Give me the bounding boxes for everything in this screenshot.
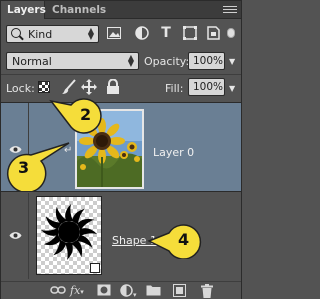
fill-label: Fill:	[165, 82, 184, 95]
opacity-dropdown-icon[interactable]: ▼	[229, 57, 235, 66]
fill-field[interactable]: 100%	[188, 78, 225, 96]
type-filter-icon[interactable]: T	[158, 24, 174, 42]
opacity-label: Opacity:	[144, 55, 190, 68]
lock-all-icon[interactable]	[106, 78, 122, 95]
layers-panel: Layers Channels Kind ▲ ▼ T Normal ▲ ▼ Opac…	[0, 0, 242, 299]
blend-mode-label: Normal	[12, 55, 52, 68]
shape-filter-icon[interactable]	[182, 24, 198, 42]
fill-dropdown-icon[interactable]: ▼	[229, 84, 235, 93]
updown-arrows-icon: ▲ ▼	[127, 53, 134, 68]
callout-2: 2	[49, 95, 109, 135]
adjustment-filter-icon[interactable]	[134, 24, 150, 42]
lock-position-icon[interactable]	[81, 79, 97, 95]
search-icon	[11, 28, 21, 38]
callout-number: 3	[18, 158, 30, 177]
panel-tab-bar: Layers Channels	[1, 1, 241, 19]
updown-arrows-icon: ▲ ▼	[87, 26, 94, 41]
visibility-column	[1, 193, 29, 279]
new-layer-icon[interactable]	[173, 284, 186, 298]
smart-object-filter-icon[interactable]	[205, 24, 221, 42]
divider	[1, 74, 241, 75]
callout-number: 2	[80, 105, 92, 124]
vector-mask-badge-icon	[90, 263, 100, 273]
opacity-field[interactable]: 100%	[188, 52, 225, 70]
panel-menu-icon[interactable]	[223, 6, 237, 15]
filter-kind-label: Kind	[28, 28, 53, 41]
lock-transparent-pixels-icon[interactable]	[38, 81, 50, 93]
filter-kind-select[interactable]: Kind ▲ ▼	[6, 25, 99, 43]
layer-name[interactable]: Layer 0	[153, 146, 194, 159]
layer-style-fx-icon[interactable]: fx▾	[70, 284, 84, 298]
blend-mode-select[interactable]: Normal ▲ ▼	[6, 52, 139, 70]
delete-layer-trash-icon[interactable]	[201, 284, 213, 298]
layers-bottom-toolbar: fx▾ ▾	[1, 281, 241, 299]
new-group-folder-icon[interactable]	[146, 284, 161, 298]
callout-number: 4	[178, 230, 190, 249]
add-mask-icon[interactable]	[97, 284, 111, 298]
filter-toggle[interactable]	[227, 28, 235, 38]
lock-label: Lock:	[6, 82, 35, 95]
eye-icon[interactable]	[9, 231, 22, 240]
type-filter-glyph: T	[161, 25, 171, 41]
lock-image-pixels-icon[interactable]	[61, 79, 77, 95]
callout-4: 4	[147, 219, 207, 259]
image-filter-icon[interactable]	[106, 24, 122, 42]
tab-layers-label: Layers	[7, 4, 46, 16]
tab-layers[interactable]: Layers	[1, 1, 46, 19]
tab-channels[interactable]: Channels	[46, 1, 112, 19]
callout-3: 3	[1, 141, 71, 191]
adjustment-layer-icon[interactable]: ▾	[120, 284, 137, 299]
link-layers-icon[interactable]	[50, 284, 66, 298]
tab-channels-label: Channels	[52, 4, 107, 16]
layer-thumbnail-sun-shape[interactable]	[36, 196, 102, 275]
fx-label: fx	[70, 284, 81, 297]
